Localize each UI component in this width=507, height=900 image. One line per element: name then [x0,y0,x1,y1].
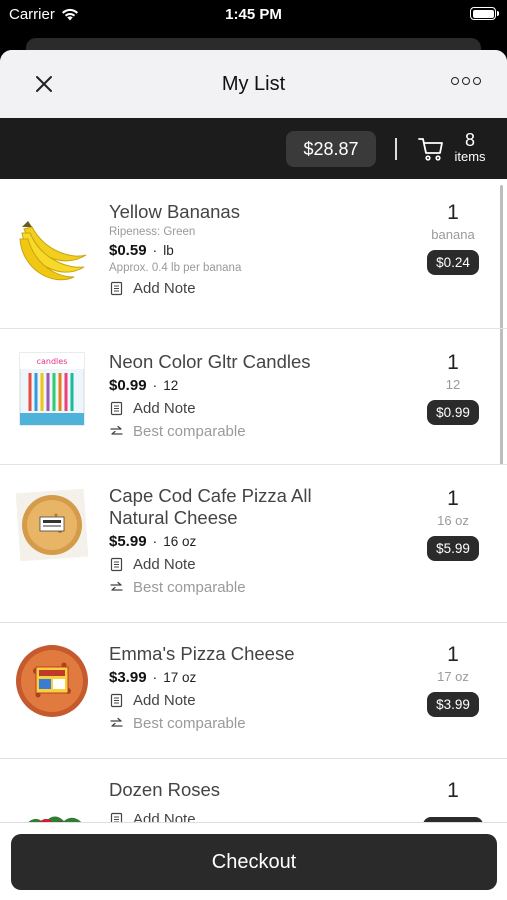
item-count-label: items [454,149,486,164]
quantity-control[interactable]: 1 16 oz $5.99 [421,487,485,561]
price-unit: lb [163,243,174,258]
quantity-value: 1 [447,643,459,666]
approx-label: Approx. 0.4 lb per banana [109,262,242,274]
cart-icon[interactable] [418,136,444,162]
roses-image [26,816,84,824]
nav-bar: My List [0,50,507,118]
list-item[interactable]: Emma's Pizza Cheese $3.99 · 17 oz Add No… [0,623,507,759]
item-price: $3.99 [109,669,147,686]
item-name[interactable]: Emma's Pizza Cheese [109,643,359,665]
best-comparable-button[interactable]: Best comparable [109,423,359,440]
banana-image [19,221,87,281]
item-name[interactable]: Yellow Bananas [109,201,359,223]
price-line: $5.99 · 16 oz [109,533,197,550]
total-price-pill: $28.87 [286,131,376,167]
note-icon [110,281,123,296]
quantity-unit: 16 oz [437,513,469,528]
add-note-button[interactable]: Add Note [109,280,359,297]
note-icon [110,693,123,708]
best-comparable-button[interactable]: Best comparable [109,715,359,732]
note-icon [110,401,123,416]
best-comparable-label: Best comparable [133,715,246,732]
price-unit: 16 oz [163,534,197,549]
add-note-button[interactable]: Add Note [109,692,359,709]
add-note-button[interactable]: Add Note [109,400,359,417]
divider [395,138,397,160]
ripeness-label: Ripeness: Green [109,226,196,238]
item-count-number: 8 [464,130,475,150]
pizza-image [16,645,88,717]
price-line: $3.99 · 17 oz [109,669,197,686]
page-title: My List [221,72,286,95]
item-info: Dozen Roses Add Note [109,779,359,824]
svg-text:candles: candles [37,357,68,366]
line-total-pill: $5.99 [427,536,479,561]
checkout-footer: Checkout [0,822,507,900]
quantity-control[interactable]: 1 [421,779,485,824]
price-unit: 12 [163,378,179,393]
quantity-value: 1 [447,351,459,374]
swap-icon [110,717,123,727]
item-info: Emma's Pizza Cheese $3.99 · 17 oz Add No… [109,643,359,732]
list-item[interactable]: Dozen Roses Add Note 1 [0,759,507,824]
add-note-label: Add Note [133,556,196,573]
add-note-label: Add Note [133,400,196,417]
quantity-control[interactable]: 1 12 $0.99 [421,351,485,425]
close-icon[interactable] [32,72,56,96]
item-name[interactable]: Cape Cod Cafe Pizza All Natural Cheese [109,485,359,529]
pizza-image [15,488,89,562]
add-note-label: Add Note [133,280,196,297]
best-comparable-button[interactable]: Best comparable [109,579,359,596]
quantity-value: 1 [447,487,459,510]
quantity-value: 1 [447,201,459,224]
more-icon[interactable] [451,77,481,85]
item-price: $0.59 [109,242,147,259]
item-name[interactable]: Dozen Roses [109,779,359,801]
checkout-button[interactable]: Checkout [11,834,497,890]
item-info: Cape Cod Cafe Pizza All Natural Cheese $… [109,485,359,596]
quantity-unit: banana [431,227,475,242]
list-item[interactable]: Cape Cod Cafe Pizza All Natural Cheese $… [0,465,507,623]
item-list[interactable]: Yellow Bananas Ripeness: Green $0.59 · l… [0,179,507,824]
status-bar: Carrier 1:45 PM [0,0,507,30]
quantity-value: 1 [447,779,459,802]
item-price: $0.99 [109,377,147,394]
note-icon [110,557,123,572]
my-list-sheet: My List $28.87 8 items Yellow Bananas Ri… [0,50,507,900]
quantity-control[interactable]: 1 17 oz $3.99 [421,643,485,717]
line-total-pill: $3.99 [427,692,479,717]
status-time: 1:45 PM [225,6,282,23]
quantity-unit: 17 oz [437,669,469,684]
swap-icon [110,581,123,591]
battery-icon [470,7,499,20]
list-item[interactable]: candles Neon Color Gltr Candles $0.99 · … [0,329,507,465]
line-total-pill: $0.99 [427,400,479,425]
summary-bar: $28.87 8 items [0,118,507,179]
candles-image: candles [19,352,85,426]
add-note-button[interactable]: Add Note [109,556,359,573]
line-total-pill: $0.24 [427,250,479,275]
item-info: Yellow Bananas Ripeness: Green $0.59 · l… [109,201,359,297]
item-count[interactable]: 8 items [452,131,488,163]
price-line: $0.59 · lb [109,242,174,259]
item-info: Neon Color Gltr Candles $0.99 · 12 Add N… [109,351,359,440]
price-line: $0.99 · 12 [109,377,179,394]
item-name[interactable]: Neon Color Gltr Candles [109,351,359,373]
add-note-label: Add Note [133,692,196,709]
item-price: $5.99 [109,533,147,550]
best-comparable-label: Best comparable [133,423,246,440]
swap-icon [110,425,123,435]
list-item[interactable]: Yellow Bananas Ripeness: Green $0.59 · l… [0,179,507,329]
price-unit: 17 oz [163,670,197,685]
quantity-unit: 12 [445,377,461,392]
best-comparable-label: Best comparable [133,579,246,596]
quantity-control[interactable]: 1 banana $0.24 [421,201,485,275]
